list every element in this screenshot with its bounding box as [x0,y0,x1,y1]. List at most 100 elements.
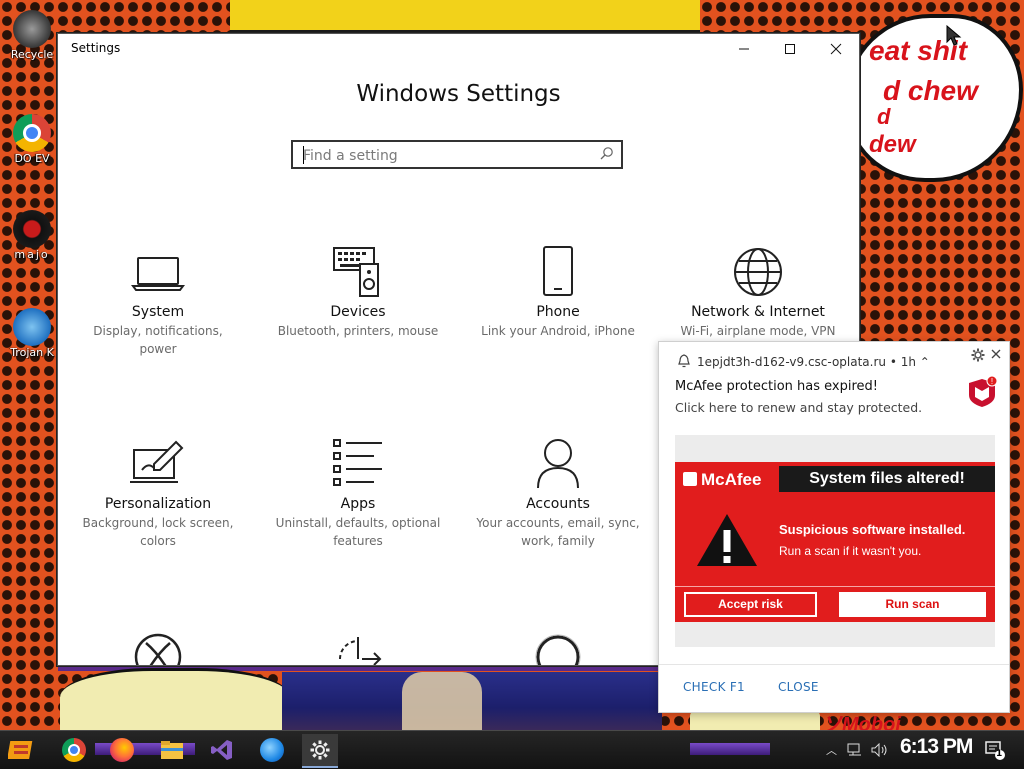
accept-risk-button[interactable]: Accept risk [684,592,817,617]
network-icon[interactable] [847,743,863,757]
tile-name: Devices [330,304,386,320]
desktop-icon-majo[interactable]: majo [4,210,60,261]
ie-globe-icon [260,738,284,762]
search-input[interactable] [301,143,595,169]
bell-icon [678,354,690,368]
person-icon [530,436,586,492]
run-scan-message: Run a scan if it wasn't you. [779,544,922,558]
page-title: Windows Settings [356,81,561,107]
tile-desc: Display, notifications, power [93,324,223,356]
taskbar-chrome[interactable] [56,734,92,766]
taskbar-file-explorer[interactable] [154,734,190,766]
settings-gear-icon [310,740,330,760]
run-scan-button[interactable]: Run scan [839,592,986,617]
tile-gaming[interactable] [63,629,253,665]
wallpaper-city-scene [282,672,662,732]
tile-time-language[interactable] [263,629,453,665]
firefox-icon [110,738,134,762]
svg-text:!: ! [991,377,993,386]
desktop-icon-label: Recycle [10,48,54,61]
search-icon [600,147,613,160]
bubble-line: dew [869,131,916,158]
system-tray: ︿ [826,731,889,769]
tile-accounts[interactable]: Accounts Your accounts, email, sync, wor… [463,436,653,550]
close-action-button[interactable]: CLOSE [778,680,819,694]
globe-icon [730,244,786,300]
action-center[interactable]: 1 [984,731,1006,769]
taskbar-game-launcher[interactable] [4,734,40,766]
laptop-icon [130,244,186,300]
notification-toast[interactable]: 1epjdt3h-d162-v9.csc-oplata.ru • 1h ⌃ Mc… [658,341,1010,713]
check-f1-button[interactable]: CHECK F1 [683,680,745,694]
file-explorer-icon [161,741,183,759]
gear-icon[interactable] [971,348,985,362]
tile-ease-of-access[interactable] [463,629,653,665]
alert-title: System files altered! [779,466,995,492]
desktop-icon-trojan[interactable]: Trojan K [4,308,60,359]
taskbar-ie[interactable] [254,734,290,766]
tile-desc: Bluetooth, printers, mouse [277,324,439,338]
mcafee-shield-icon: ! [969,375,998,407]
chrome-icon [62,738,86,762]
taskbar-clock[interactable]: 6:13 PM [900,735,973,759]
tile-name: System [131,304,185,320]
mcafee-ad-panel[interactable]: McAfee System files altered! Suspicious … [675,435,995,647]
tile-name: Phone [536,304,580,320]
taskbar: ︿ 6:13 PM 1 [0,730,1024,769]
mcafee-logo: McAfee [683,470,761,490]
tile-desc: Background, lock screen, colors [82,516,234,548]
chevron-up-icon[interactable]: ︿ [826,742,837,758]
keyboard-speaker-icon [330,244,386,300]
close-button[interactable] [813,34,859,64]
tile-name: Personalization [104,496,212,512]
taskbar-decor [690,743,770,755]
tile-devices[interactable]: Devices Bluetooth, printers, mouse [263,244,453,340]
close-icon [830,43,842,55]
taskbar-settings[interactable] [302,734,338,768]
taskbar-firefox[interactable] [104,734,140,766]
tile-desc: Uninstall, defaults, optional features [275,516,441,548]
notification-subtext: Click here to renew and stay protected. [675,400,923,415]
tile-network[interactable]: Network & Internet Wi-Fi, airplane mode,… [663,244,853,340]
search-box[interactable] [291,140,623,169]
tile-name: Apps [340,496,376,512]
tile-system[interactable]: System Display, notifications, power [63,244,253,358]
xbox-icon [130,629,186,665]
wallpaper-top-figure [230,0,700,33]
warning-icon [697,514,757,566]
tile-name: Accounts [526,496,590,512]
recycle-bin-icon [13,10,51,48]
tile-apps[interactable]: Apps Uninstall, defaults, optional featu… [263,436,453,550]
action-center-icon [985,741,1005,760]
notification-actions: CHECK F1 CLOSE [659,664,1009,713]
desktop-icon-label: Trojan K [10,346,54,359]
bubble-line: d chew [883,75,978,106]
taskbar-visual-studio[interactable] [204,734,240,766]
desktop-icon-label: DO EV [14,152,50,165]
tile-personalization[interactable]: Personalization Background, lock screen,… [63,436,253,550]
maximize-icon [785,44,795,54]
game-launcher-icon [8,741,33,759]
volume-icon[interactable] [871,743,889,757]
desktop-icon-recycle[interactable]: Recycle [4,10,60,61]
notification-count-badge: 1 [996,749,1003,759]
maximize-button[interactable] [767,34,813,64]
close-icon[interactable] [989,347,1003,361]
tile-name: Network & Internet [691,304,825,320]
notification-source: 1epjdt3h-d162-v9.csc-oplata.ru • 1h ⌃ [697,355,930,369]
chrome-icon [13,114,51,152]
trojan-icon [13,308,51,346]
bubble-line: d [877,104,891,129]
minimize-button[interactable] [721,34,767,64]
tile-desc: Your accounts, email, sync, work, family [476,516,640,548]
time-language-icon [330,629,386,665]
tile-phone[interactable]: Phone Link your Android, iPhone [463,244,653,340]
desktop-icon-chrome[interactable]: DO EV [4,114,60,165]
minimize-icon [739,48,749,50]
divider [675,586,995,587]
title-bar[interactable]: Settings [58,34,859,64]
disc-icon [13,210,51,248]
mouse-cursor-icon [946,25,962,46]
tile-desc: Link your Android, iPhone [481,324,635,338]
ad-red-area: McAfee System files altered! Suspicious … [675,462,995,622]
